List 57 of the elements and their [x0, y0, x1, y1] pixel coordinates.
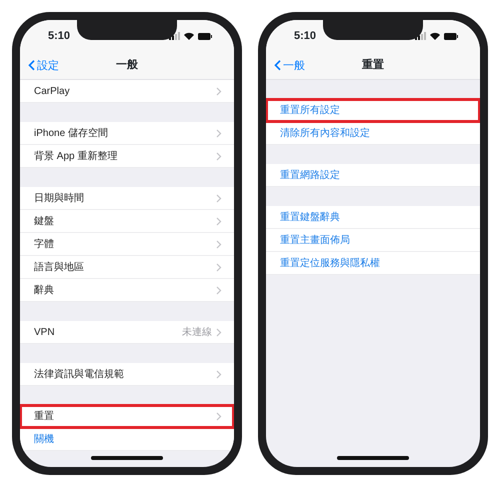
chevron-icon: [216, 152, 222, 160]
chevron-icon: [216, 370, 222, 378]
back-chevron-icon: [274, 60, 281, 71]
row-label: 語言與地區: [34, 260, 84, 274]
chevron-icon: [216, 216, 222, 226]
chevron-icon: [216, 240, 222, 248]
row-label: 法律資訊與電信規範: [34, 368, 124, 382]
settings-row[interactable]: 清除所有內容和設定: [266, 122, 480, 145]
settings-row[interactable]: 法律資訊與電信規範: [20, 363, 234, 386]
back-link[interactable]: 設定: [28, 57, 59, 74]
row-label: 日期與時間: [34, 192, 84, 206]
chevron-icon: [216, 328, 222, 336]
settings-row[interactable]: 關機: [20, 428, 234, 451]
settings-row[interactable]: 鍵盤: [20, 210, 234, 233]
signal-icon: [415, 32, 426, 40]
settings-row[interactable]: 重置鍵盤辭典: [266, 206, 480, 229]
row-label: 鍵盤: [34, 214, 54, 228]
settings-row[interactable]: 重置所有設定: [266, 99, 480, 122]
settings-row[interactable]: 重置主畫面佈局: [266, 229, 480, 252]
settings-row[interactable]: CarPlay: [20, 80, 234, 103]
settings-row[interactable]: 重置網路設定: [266, 164, 480, 187]
row-label: 辭典: [34, 284, 54, 298]
chevron-icon: [216, 194, 222, 202]
nav-title: 一般: [116, 58, 138, 74]
chevron-icon: [216, 128, 222, 138]
battery-icon: [198, 32, 212, 40]
row-label: 字體: [34, 238, 54, 252]
home-indicator: [91, 456, 163, 460]
wifi-icon: [184, 32, 194, 40]
settings-row[interactable]: iPhone 儲存空間: [20, 122, 234, 145]
settings-row[interactable]: 日期與時間: [20, 187, 234, 210]
chevron-icon: [216, 86, 222, 96]
settings-row[interactable]: 重置: [20, 405, 234, 428]
chevron-icon: [216, 412, 222, 420]
row-label: CarPlay: [34, 84, 70, 98]
chevron-icon: [216, 262, 222, 272]
settings-row[interactable]: 語言與地區: [20, 256, 234, 279]
battery-icon: [444, 32, 458, 40]
settings-row[interactable]: 背景 App 重新整理: [20, 145, 234, 168]
settings-row[interactable]: 重置定位服務與隱私權: [266, 252, 480, 275]
back-chevron-icon: [28, 60, 35, 71]
row-label: 重置: [34, 410, 54, 424]
signal-icon: [169, 32, 180, 40]
chevron-icon: [216, 286, 222, 294]
settings-row[interactable]: 辭典: [20, 279, 234, 302]
row-label: VPN: [34, 326, 55, 340]
wifi-icon: [430, 32, 440, 40]
settings-row[interactable]: VPN 未連線: [20, 321, 234, 344]
row-value: 未連線: [182, 326, 212, 340]
back-link[interactable]: 一般: [274, 57, 305, 74]
nav-title: 重置: [362, 58, 384, 74]
home-indicator: [337, 456, 409, 460]
settings-row[interactable]: 字體: [20, 233, 234, 256]
row-label: 背景 App 重新整理: [34, 150, 118, 164]
status-time: 5:10: [294, 28, 316, 44]
status-time: 5:10: [48, 28, 70, 44]
row-label: iPhone 儲存空間: [34, 126, 108, 140]
